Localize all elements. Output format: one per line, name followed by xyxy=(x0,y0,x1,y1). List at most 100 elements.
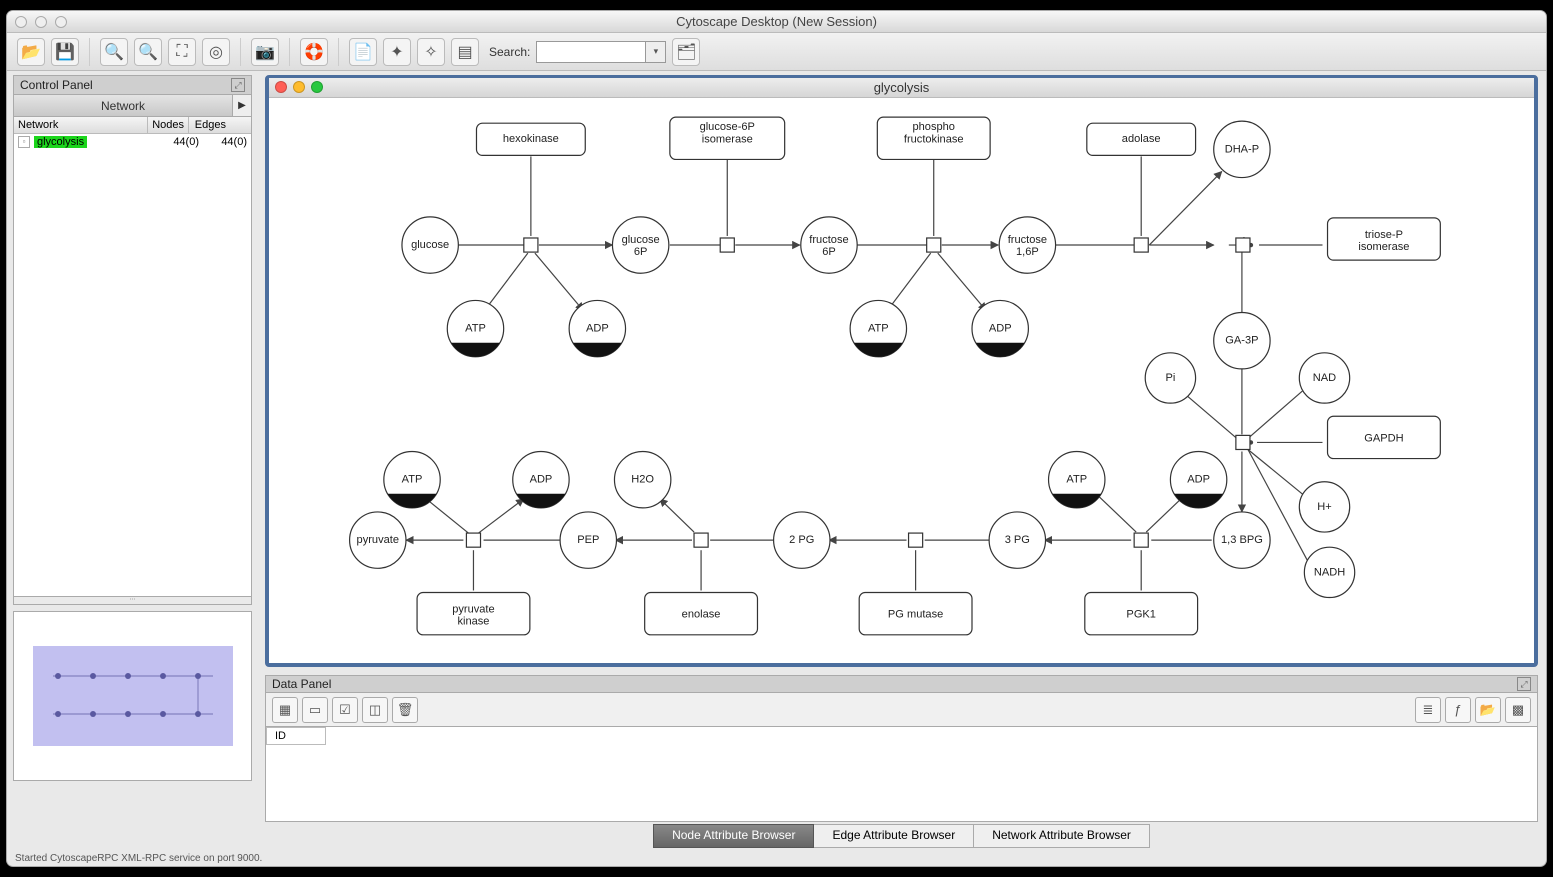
svg-text:GAPDH: GAPDH xyxy=(1364,432,1403,444)
import-button[interactable]: 📄 xyxy=(349,38,377,66)
document-icon: ▫ xyxy=(18,136,30,148)
svg-text:adolase: adolase xyxy=(1122,133,1161,145)
control-panel-header: Control Panel ⤢ xyxy=(13,75,252,95)
netview-title: glycolysis xyxy=(874,80,930,95)
search-input[interactable] xyxy=(536,41,646,63)
heatmap-button[interactable]: ▩ xyxy=(1505,697,1531,723)
birds-eye-preview xyxy=(33,646,233,746)
data-panel-tabs: Node Attribute Browser Edge Attribute Br… xyxy=(265,824,1538,848)
network-row-name: glycolysis xyxy=(34,136,87,148)
svg-text:pyruvate: pyruvate xyxy=(357,534,399,546)
import-attr-button[interactable]: 📂 xyxy=(1475,697,1501,723)
svg-text:ATP: ATP xyxy=(1066,474,1087,486)
svg-text:DHA-P: DHA-P xyxy=(1225,143,1259,155)
minimize-window-icon[interactable] xyxy=(35,16,47,28)
zoom-in-button[interactable]: 🔍 xyxy=(134,38,162,66)
svg-text:PGK1: PGK1 xyxy=(1126,609,1156,621)
close-window-icon[interactable] xyxy=(15,16,27,28)
main-toolbar: 📂 💾 🔍 🔍 ⛶ ◎ 📷 🛟 📄 ✦ ✧ ▤ Search: ▾ 🗂 xyxy=(7,33,1546,71)
titlebar: Cytoscape Desktop (New Session) xyxy=(7,11,1546,33)
netview-traffic xyxy=(275,81,323,93)
select-all-button[interactable]: ▦ xyxy=(272,697,298,723)
svg-text:glucose: glucose xyxy=(411,239,449,251)
network-col-edges[interactable]: Edges xyxy=(189,117,230,133)
svg-text:ADP: ADP xyxy=(530,474,553,486)
list-view-button[interactable]: ≣ xyxy=(1415,697,1441,723)
window-title: Cytoscape Desktop (New Session) xyxy=(7,14,1546,29)
function-button[interactable]: ƒ xyxy=(1445,697,1471,723)
network-table: Network Nodes Edges ▫ glycolysis 44(0) 4… xyxy=(13,117,252,597)
layout-button-1[interactable]: ✦ xyxy=(383,38,411,66)
network-row-edges: 44(0) xyxy=(203,136,247,148)
svg-text:2 PG: 2 PG xyxy=(789,534,814,546)
network-canvas[interactable]: hexokinase glucose-6Pisomerase phosphofr… xyxy=(269,99,1534,663)
svg-text:GA-3P: GA-3P xyxy=(1225,335,1258,347)
network-col-nodes[interactable]: Nodes xyxy=(148,117,189,133)
open-file-button[interactable]: 📂 xyxy=(17,38,45,66)
select-attributes-button[interactable]: ☑ xyxy=(332,697,358,723)
tab-node-attribute-browser[interactable]: Node Attribute Browser xyxy=(653,824,814,848)
svg-text:NAD: NAD xyxy=(1313,372,1336,384)
svg-text:H+: H+ xyxy=(1317,501,1331,513)
maximize-icon[interactable]: ⤢ xyxy=(231,78,245,92)
control-panel-title: Control Panel xyxy=(20,78,93,92)
delete-attribute-button[interactable]: 🗑 xyxy=(392,697,418,723)
layout-button-2[interactable]: ✧ xyxy=(417,38,445,66)
tab-network[interactable]: Network xyxy=(14,95,233,116)
svg-text:glucose-6Pisomerase: glucose-6Pisomerase xyxy=(700,121,755,145)
network-col-name[interactable]: Network xyxy=(14,117,148,133)
zoom-window-icon[interactable] xyxy=(55,16,67,28)
tab-edge-attribute-browser[interactable]: Edge Attribute Browser xyxy=(814,824,974,848)
help-button[interactable]: 🛟 xyxy=(300,38,328,66)
svg-text:ATP: ATP xyxy=(465,323,486,335)
svg-text:ADP: ADP xyxy=(1187,474,1210,486)
data-panel-title: Data Panel xyxy=(272,677,331,691)
attribute-col-id[interactable]: ID xyxy=(266,727,326,745)
settings-button[interactable]: ▤ xyxy=(451,38,479,66)
new-attribute-button[interactable]: ▭ xyxy=(302,697,328,723)
network-view: glycolysis xyxy=(265,75,1538,667)
network-row-nodes: 44(0) xyxy=(87,136,203,148)
svg-text:Pi: Pi xyxy=(1165,372,1175,384)
tab-network-attribute-browser[interactable]: Network Attribute Browser xyxy=(974,824,1150,848)
svg-text:1,3 BPG: 1,3 BPG xyxy=(1221,534,1263,546)
zoom-selected-button[interactable]: ◎ xyxy=(202,38,230,66)
traffic-lights xyxy=(15,16,67,28)
svg-text:ATP: ATP xyxy=(868,323,889,335)
search-config-button[interactable]: 🗂 xyxy=(672,38,700,66)
data-panel: Data Panel ⤢ ▦ ▭ ☑ ◫ 🗑 ≣ ƒ 📂 ▩ ID Node A… xyxy=(265,675,1538,848)
zoom-out-button[interactable]: 🔍 xyxy=(100,38,128,66)
status-bar: Started CytoscapeRPC XML-RPC service on … xyxy=(15,853,1538,864)
app-window: Cytoscape Desktop (New Session) 📂 💾 🔍 🔍 … xyxy=(7,11,1546,866)
search-dropdown[interactable]: ▾ xyxy=(646,41,666,63)
svg-text:hexokinase: hexokinase xyxy=(503,133,559,145)
svg-text:pyruvatekinase: pyruvatekinase xyxy=(452,604,494,628)
attribute-table[interactable]: ID xyxy=(265,727,1538,822)
network-row[interactable]: ▫ glycolysis 44(0) 44(0) xyxy=(14,134,251,150)
control-panel: Control Panel ⤢ Network ▶ Network Nodes … xyxy=(13,75,252,781)
netview-close-icon[interactable] xyxy=(275,81,287,93)
search-label: Search: xyxy=(489,45,530,59)
netview-minimize-icon[interactable] xyxy=(293,81,305,93)
svg-text:enolase: enolase xyxy=(682,609,721,621)
data-panel-max-icon[interactable]: ⤢ xyxy=(1517,677,1531,691)
save-button[interactable]: 💾 xyxy=(51,38,79,66)
snapshot-button[interactable]: 📷 xyxy=(251,38,279,66)
svg-text:3 PG: 3 PG xyxy=(1005,534,1030,546)
svg-text:phosphofructokinase: phosphofructokinase xyxy=(904,121,964,145)
svg-text:ATP: ATP xyxy=(402,474,423,486)
svg-text:NADH: NADH xyxy=(1314,566,1345,578)
svg-text:triose-Pisomerase: triose-Pisomerase xyxy=(1358,229,1409,253)
netview-zoom-icon[interactable] xyxy=(311,81,323,93)
tab-scroll-right[interactable]: ▶ xyxy=(233,95,251,116)
birds-eye-view[interactable] xyxy=(13,611,252,781)
zoom-fit-button[interactable]: ⛶ xyxy=(168,38,196,66)
svg-text:ADP: ADP xyxy=(586,323,609,335)
data-panel-toolbar: ▦ ▭ ☑ ◫ 🗑 ≣ ƒ 📂 ▩ xyxy=(265,693,1538,727)
column-button[interactable]: ◫ xyxy=(362,697,388,723)
svg-text:PG mutase: PG mutase xyxy=(888,609,943,621)
control-panel-tabs: Network ▶ xyxy=(13,95,252,117)
svg-text:ADP: ADP xyxy=(989,323,1012,335)
svg-text:H2O: H2O xyxy=(631,474,654,486)
panel-splitter[interactable]: ⋯ xyxy=(13,597,252,605)
